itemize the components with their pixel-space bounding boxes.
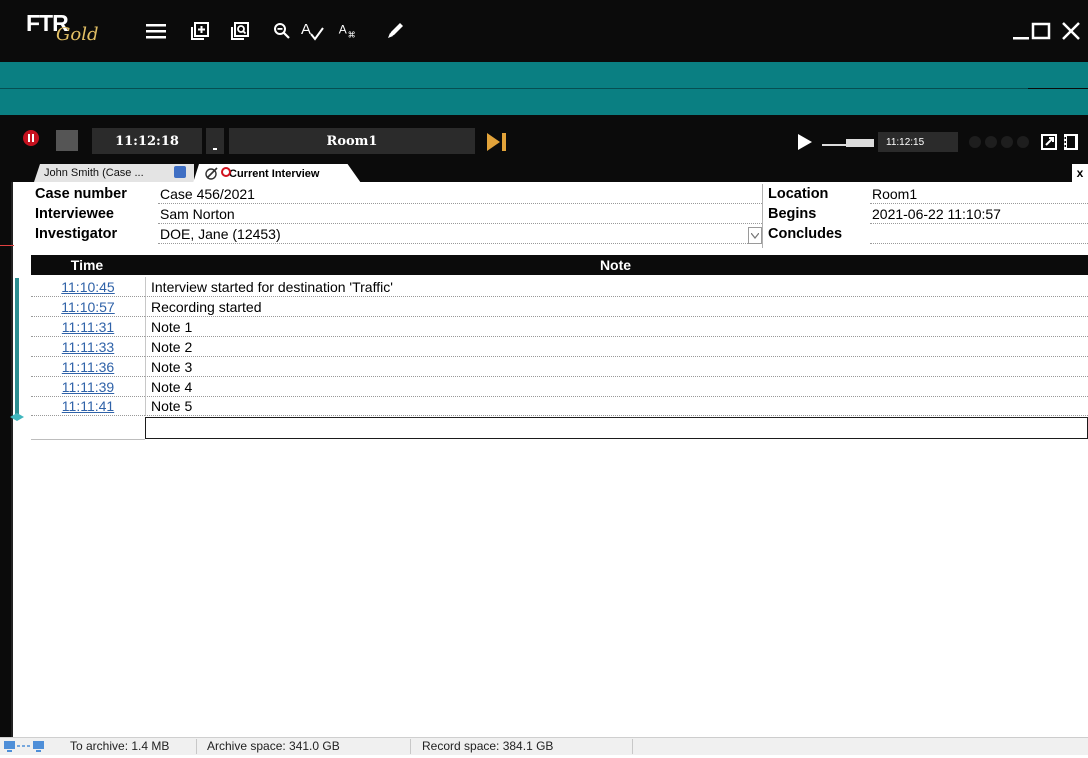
maximize-icon[interactable] (1024, 14, 1058, 48)
to-archive-status: To archive: 1.4 MB (70, 739, 170, 753)
lock-icon (174, 166, 186, 178)
channel-dot-2[interactable] (985, 136, 997, 148)
close-icon[interactable] (1054, 14, 1088, 48)
interviewee-field[interactable]: Sam Norton (158, 206, 762, 224)
tab-john-smith[interactable]: John Smith (Case ... (34, 164, 194, 182)
channel-dot-4[interactable] (1017, 136, 1029, 148)
interviewee-label: Interviewee (35, 206, 114, 222)
timeline-scroll-track[interactable] (15, 278, 19, 414)
note-text[interactable]: Note 2 (145, 337, 1088, 357)
table-row[interactable]: 11:10:45 Interview started for destinatio… (31, 277, 1088, 297)
skip-to-end-icon[interactable] (484, 131, 512, 153)
case-number-field[interactable]: Case 456/2021 (158, 186, 762, 204)
table-row[interactable]: 11:11:33 Note 2 (31, 337, 1088, 357)
begins-field: 2021-06-22 11:10:57 (870, 206, 1088, 224)
tab-label: John Smith (Case ... (44, 167, 144, 179)
play-icon[interactable] (798, 134, 812, 150)
time-column-header[interactable]: Time (31, 255, 143, 275)
recording-icon (221, 167, 231, 177)
note-time-link[interactable]: 11:11:41 (31, 396, 145, 416)
table-row[interactable]: 11:11:36 Note 3 (31, 357, 1088, 377)
note-time-link[interactable]: 11:11:33 (31, 337, 145, 357)
red-marker-line (0, 245, 14, 246)
info-divider (762, 184, 763, 248)
spellcheck-icon[interactable]: A (300, 20, 324, 42)
room-name: Room1 (229, 128, 475, 154)
stop-button[interactable] (56, 130, 78, 151)
note-time-link[interactable]: 11:10:45 (31, 277, 145, 297)
location-label: Location (768, 186, 829, 202)
svg-text:A: A (301, 21, 311, 38)
playback-position-track[interactable] (822, 144, 846, 146)
pencil-icon[interactable] (384, 20, 408, 42)
table-row[interactable]: 11:11:31 Note 1 (31, 317, 1088, 337)
playback-speed-slider[interactable] (846, 139, 874, 147)
note-column-header[interactable]: Note (143, 255, 1088, 275)
channel-dot-1[interactable] (969, 136, 981, 148)
status-separator (632, 739, 633, 754)
investigator-label: Investigator (35, 226, 118, 242)
investigator-field[interactable]: DOE, Jane (12453) (158, 226, 748, 244)
left-side-border (11, 182, 13, 737)
pause-record-button[interactable] (23, 130, 39, 146)
tab-label: Current Interview (229, 167, 320, 180)
svg-text:⌘: ⌘ (348, 30, 356, 39)
table-row[interactable]: 11:11:39 Note 4 (31, 377, 1088, 397)
left-side-bar (0, 182, 11, 737)
search-note-icon[interactable] (228, 20, 252, 42)
note-text[interactable]: Note 4 (145, 377, 1088, 397)
note-text[interactable]: Interview started for destination 'Traff… (145, 277, 1088, 297)
table-row[interactable]: 11:10:57 Recording started (31, 297, 1088, 317)
record-time: 11:12:18 (92, 128, 202, 154)
note-time-link[interactable]: 11:11:39 (31, 377, 145, 397)
concludes-label: Concludes (768, 226, 843, 242)
playback-time: 11:12:15 (878, 132, 958, 152)
timeline-position-marker[interactable] (10, 408, 24, 421)
concludes-field (870, 226, 1088, 244)
add-note-icon[interactable] (188, 20, 212, 42)
location-field[interactable]: Room1 (870, 186, 1088, 204)
record-space-status: Record space: 384.1 GB (422, 739, 554, 753)
edit-pencil-icon (205, 167, 219, 180)
audio-track-1[interactable] (0, 62, 1088, 88)
text-format-icon[interactable]: A ⌘ (338, 20, 362, 42)
note-text[interactable]: Note 1 (145, 317, 1088, 337)
channel-dot-3[interactable] (1001, 136, 1013, 148)
new-note-time-cell (31, 418, 145, 440)
film-icon[interactable] (1063, 133, 1079, 151)
status-separator (410, 739, 411, 754)
note-time-link[interactable]: 11:11:36 (31, 357, 145, 377)
table-row[interactable]: 11:11:41 Note 5 (31, 396, 1088, 416)
archive-space-status: Archive space: 341.0 GB (207, 739, 340, 753)
waveform-marker (1028, 88, 1088, 89)
new-note-input[interactable] (145, 417, 1088, 439)
investigator-dropdown-icon[interactable] (748, 227, 762, 244)
note-text[interactable]: Note 3 (145, 357, 1088, 377)
case-number-label: Case number (35, 186, 127, 202)
status-separator (196, 739, 197, 754)
track-footer (0, 115, 1088, 124)
tab-close-icon[interactable]: x (1072, 164, 1088, 182)
note-time-link[interactable]: 11:11:31 (31, 317, 145, 337)
svg-text:A: A (339, 22, 347, 36)
menu-icon[interactable] (144, 20, 168, 42)
note-time-link[interactable]: 11:10:57 (31, 297, 145, 317)
begins-label: Begins (768, 206, 817, 222)
marker-indicator (206, 128, 224, 154)
audio-track-2[interactable] (0, 89, 1088, 115)
note-text[interactable]: Recording started (145, 297, 1088, 317)
network-status-icon (3, 740, 63, 753)
app-logo-gold: Gold (56, 24, 99, 45)
popout-icon[interactable] (1040, 133, 1058, 151)
zoom-icon[interactable] (270, 20, 294, 42)
note-text[interactable]: Note 5 (145, 396, 1088, 416)
